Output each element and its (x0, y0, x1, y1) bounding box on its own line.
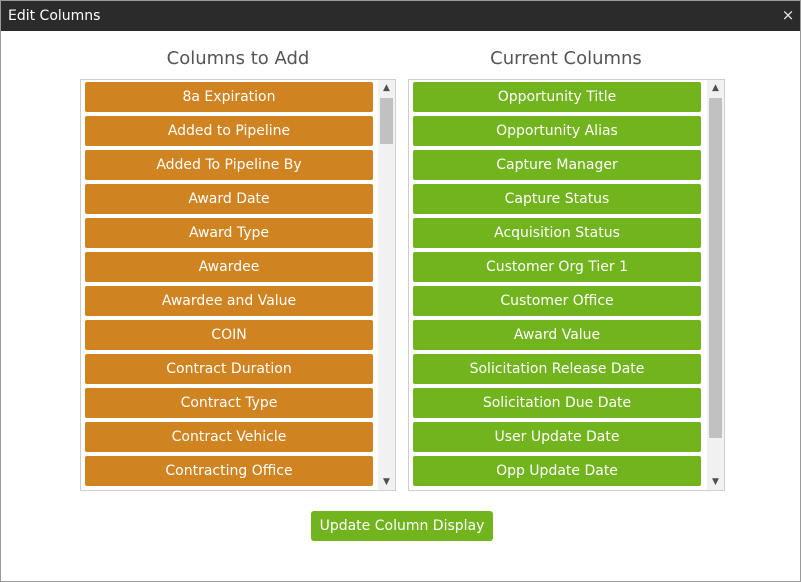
current-column-item[interactable]: Customer Org Tier 1 (413, 252, 701, 282)
current-column-item[interactable]: Opportunity Alias (413, 116, 701, 146)
current-columns-scrollbar[interactable]: ▲ ▼ (707, 80, 724, 490)
scroll-up-arrow-icon[interactable]: ▲ (378, 80, 395, 96)
scrollbar-thumb[interactable] (709, 98, 722, 438)
current-column-item[interactable]: Capture Manager (413, 150, 701, 180)
current-column-item[interactable]: Solicitation Release Date (413, 354, 701, 384)
columns-to-add-heading: Columns to Add (166, 48, 310, 69)
update-column-display-button[interactable]: Update Column Display (311, 511, 493, 541)
current-column-item[interactable]: Capture Status (413, 184, 701, 214)
column-to-add-item[interactable]: Contracting Office (85, 456, 373, 486)
close-icon[interactable]: × (781, 7, 795, 23)
current-column-item[interactable]: Award Value (413, 320, 701, 350)
column-to-add-item[interactable]: Contract Duration (85, 354, 373, 384)
column-to-add-item[interactable]: Awardee (85, 252, 373, 282)
columns-to-add-list[interactable]: 8a Expiration Added to Pipeline Added To P… (80, 79, 396, 491)
current-column-item[interactable]: Customer Office (413, 286, 701, 316)
column-to-add-item[interactable]: 8a Expiration (85, 82, 373, 112)
current-columns-heading: Current Columns (490, 48, 642, 69)
column-to-add-item[interactable]: Added to Pipeline (85, 116, 373, 146)
column-to-add-item[interactable]: Contract Type (85, 388, 373, 418)
edit-columns-dialog: Edit Columns × Columns to Add Current Co… (0, 0, 801, 582)
column-to-add-item[interactable]: Contract Vehicle (85, 422, 373, 452)
dialog-titlebar: Edit Columns × (1, 1, 800, 31)
scroll-down-arrow-icon[interactable]: ▼ (707, 474, 724, 490)
columns-to-add-scrollbar[interactable]: ▲ ▼ (378, 80, 395, 490)
current-column-item[interactable]: User Update Date (413, 422, 701, 452)
current-column-item[interactable]: Opp Update Date (413, 456, 701, 486)
scroll-down-arrow-icon[interactable]: ▼ (378, 474, 395, 490)
current-columns-list[interactable]: Opportunity Title Opportunity Alias Captur… (408, 79, 725, 491)
column-to-add-item[interactable]: Award Date (85, 184, 373, 214)
column-to-add-item[interactable]: COIN (85, 320, 373, 350)
column-to-add-item[interactable]: Awardee and Value (85, 286, 373, 316)
scroll-up-arrow-icon[interactable]: ▲ (707, 80, 724, 96)
scrollbar-thumb[interactable] (380, 98, 393, 144)
current-column-item[interactable]: Acquisition Status (413, 218, 701, 248)
current-column-item[interactable]: Opportunity Title (413, 82, 701, 112)
current-column-item[interactable]: Solicitation Due Date (413, 388, 701, 418)
column-to-add-item[interactable]: Added To Pipeline By (85, 150, 373, 180)
dialog-title: Edit Columns (8, 8, 101, 24)
column-to-add-item[interactable]: Award Type (85, 218, 373, 248)
